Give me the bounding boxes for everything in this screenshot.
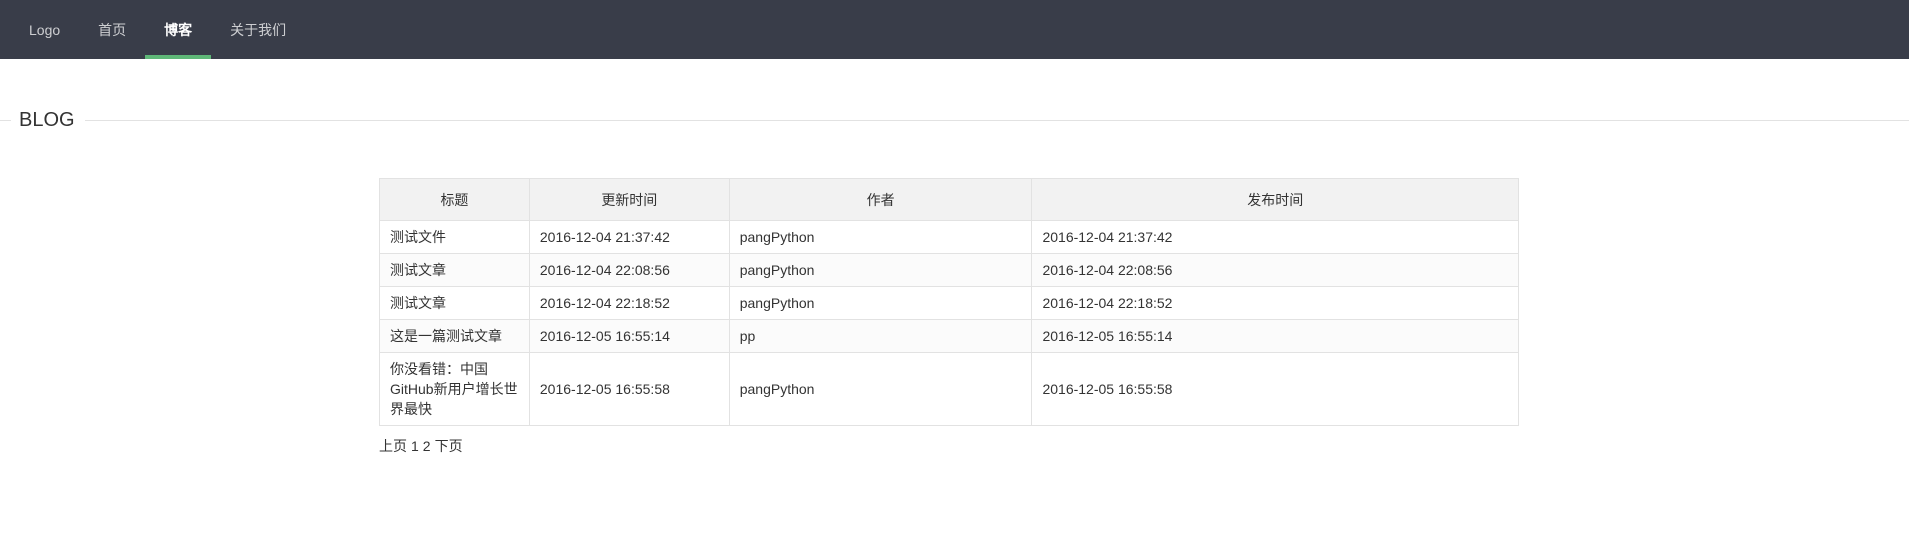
section-divider xyxy=(0,120,1909,121)
pagination: 上页 1 2 下页 xyxy=(379,436,1519,456)
cell-published: 2016-12-04 22:18:52 xyxy=(1031,286,1519,320)
table-row[interactable]: 测试文件 2016-12-04 21:37:42 pangPython 2016… xyxy=(379,220,1519,254)
cell-updated: 2016-12-04 22:18:52 xyxy=(528,286,730,320)
top-navigation-bar: Logo 首页 博客 关于我们 xyxy=(0,0,1909,59)
table-row[interactable]: 你没看错：中国GitHub新用户增长世界最快 2016-12-05 16:55:… xyxy=(379,352,1519,426)
cell-title[interactable]: 这是一篇测试文章 xyxy=(379,319,530,353)
cell-updated: 2016-12-04 22:08:56 xyxy=(528,253,730,287)
pager-next-link[interactable]: 下页 xyxy=(435,438,463,454)
column-header-title: 标题 xyxy=(379,178,530,221)
pager-page-2-link[interactable]: 2 xyxy=(423,438,431,454)
table-header-row: 标题 更新时间 作者 发布时间 xyxy=(379,178,1519,221)
nav-item-logo[interactable]: Logo xyxy=(10,0,79,59)
nav-item-blog[interactable]: 博客 xyxy=(145,0,212,59)
cell-updated: 2016-12-04 21:37:42 xyxy=(528,220,730,254)
table-row[interactable]: 测试文章 2016-12-04 22:18:52 pangPython 2016… xyxy=(379,286,1519,320)
cell-published: 2016-12-04 22:08:56 xyxy=(1031,253,1519,287)
column-header-updated: 更新时间 xyxy=(528,178,730,221)
cell-updated: 2016-12-05 16:55:14 xyxy=(528,319,730,353)
cell-author: pangPython xyxy=(728,286,1033,320)
pager-prev-link[interactable]: 上页 xyxy=(379,438,407,454)
section-title: BLOG xyxy=(11,106,85,134)
cell-title[interactable]: 测试文章 xyxy=(379,286,530,320)
cell-author: pp xyxy=(728,319,1033,353)
cell-updated: 2016-12-05 16:55:58 xyxy=(528,352,730,426)
cell-published: 2016-12-05 16:55:14 xyxy=(1031,319,1519,353)
cell-title[interactable]: 测试文章 xyxy=(379,253,530,287)
blog-post-table: 标题 更新时间 作者 发布时间 测试文件 2016-12-04 21:37:42… xyxy=(379,178,1519,426)
blog-section-header: BLOG xyxy=(0,106,1909,136)
column-header-author: 作者 xyxy=(728,178,1033,221)
table-row[interactable]: 这是一篇测试文章 2016-12-05 16:55:14 pp 2016-12-… xyxy=(379,319,1519,353)
cell-title[interactable]: 测试文件 xyxy=(379,220,530,254)
column-header-published: 发布时间 xyxy=(1031,178,1519,221)
cell-author: pangPython xyxy=(728,220,1033,254)
cell-published: 2016-12-04 21:37:42 xyxy=(1031,220,1519,254)
cell-author: pangPython xyxy=(728,352,1033,426)
cell-published: 2016-12-05 16:55:58 xyxy=(1031,352,1519,426)
nav-item-home[interactable]: 首页 xyxy=(79,0,145,59)
blog-table-container: 标题 更新时间 作者 发布时间 测试文件 2016-12-04 21:37:42… xyxy=(379,178,1519,456)
pager-page-1-link[interactable]: 1 xyxy=(411,438,419,454)
nav-item-about[interactable]: 关于我们 xyxy=(211,0,305,59)
cell-author: pangPython xyxy=(728,253,1033,287)
table-row[interactable]: 测试文章 2016-12-04 22:08:56 pangPython 2016… xyxy=(379,253,1519,287)
cell-title[interactable]: 你没看错：中国GitHub新用户增长世界最快 xyxy=(379,352,530,426)
